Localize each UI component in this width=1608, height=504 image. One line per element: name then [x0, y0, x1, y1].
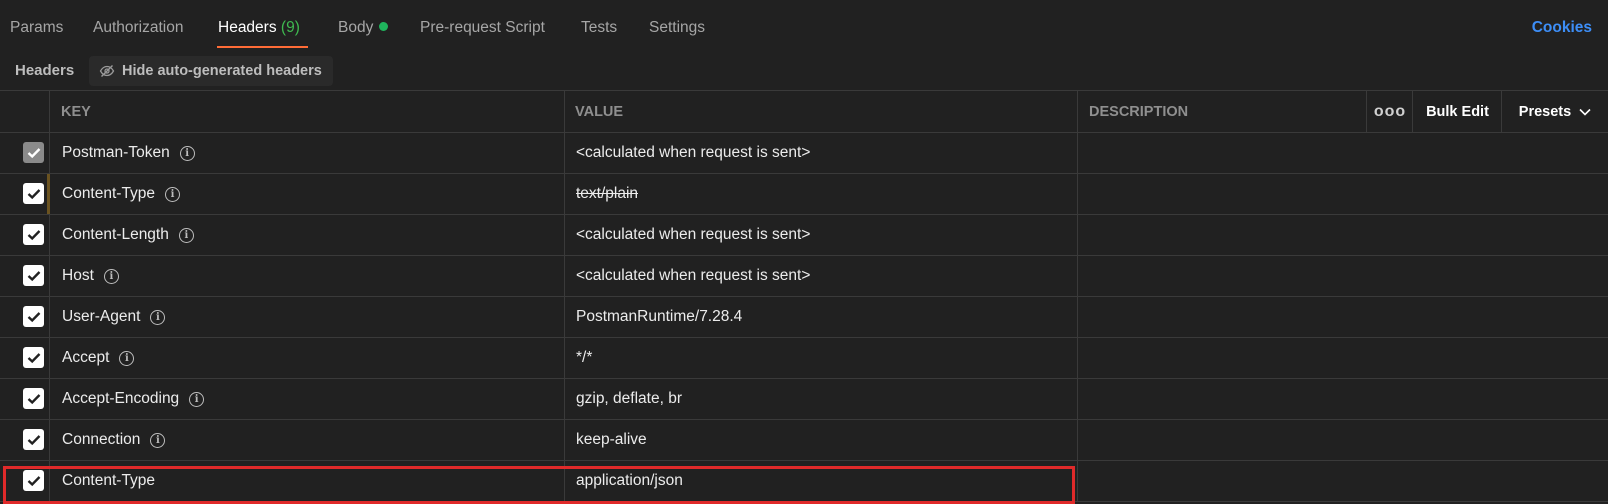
tab-pre-request-label: Pre-request Script — [420, 19, 545, 36]
header-key-cell[interactable]: Accept i — [62, 338, 135, 378]
header-value-cell[interactable]: <calculated when request is sent> — [576, 256, 810, 296]
tab-tests-label: Tests — [581, 19, 618, 36]
row-checkbox[interactable] — [23, 183, 44, 204]
tab-pre-request-script[interactable]: Pre-request Script — [420, 19, 545, 37]
tab-headers-label: Headers — [218, 19, 277, 36]
hide-auto-generated-headers-button[interactable]: Hide auto-generated headers — [89, 56, 333, 86]
table-row: User-Agent i PostmanRuntime/7.28.4 — [0, 297, 1608, 338]
tab-body-label: Body — [338, 19, 374, 36]
tab-authorization-label: Authorization — [93, 19, 184, 36]
row-checkbox[interactable] — [23, 306, 44, 327]
info-icon[interactable]: i — [178, 227, 194, 243]
header-key: Postman-Token — [62, 144, 170, 161]
presets-label: Presets — [1518, 103, 1572, 120]
checkmark-icon — [27, 147, 40, 158]
header-key: Content-Type — [62, 185, 156, 202]
info-icon[interactable]: i — [119, 350, 135, 366]
row-checkbox[interactable] — [23, 265, 44, 286]
table-row: Content-Length i <calculated when request… — [0, 215, 1608, 256]
header-value-cell[interactable]: text/plain — [576, 174, 638, 214]
cookies-link[interactable]: Cookies — [1532, 19, 1592, 37]
header-value-cell[interactable]: PostmanRuntime/7.28.4 — [576, 297, 742, 337]
tab-params-label: Params — [10, 19, 64, 36]
header-value-cell[interactable]: gzip, deflate, br — [576, 379, 682, 419]
hide-auto-generated-headers-label: Hide auto-generated headers — [122, 63, 322, 79]
table-row: Connection i keep-alive — [0, 420, 1608, 461]
tab-tests[interactable]: Tests — [581, 19, 617, 37]
row-checkbox[interactable] — [23, 429, 44, 450]
info-icon[interactable]: i — [179, 145, 195, 161]
table-row: Accept-Encoding i gzip, deflate, br — [0, 379, 1608, 420]
header-key: Content-Type — [62, 472, 156, 489]
presets-dropdown[interactable]: Presets — [1502, 91, 1608, 132]
checkmark-icon — [27, 188, 40, 199]
info-icon[interactable]: i — [103, 268, 119, 284]
header-key-cell[interactable]: Content-Type — [62, 461, 155, 501]
active-tab-underline — [217, 46, 308, 48]
header-value-cell[interactable]: <calculated when request is sent> — [576, 215, 810, 255]
row-checkbox[interactable] — [23, 224, 44, 245]
tab-headers[interactable]: Headers (9) — [218, 19, 300, 37]
info-icon[interactable]: i — [189, 391, 205, 407]
table-row: Host i <calculated when request is sent> — [0, 256, 1608, 297]
checkmark-icon — [27, 270, 40, 281]
header-key-cell[interactable]: User-Agent i — [62, 297, 166, 337]
eye-slash-icon — [99, 65, 115, 77]
headers-table: KEY VALUE DESCRIPTION ooo Bulk Edit Pres… — [0, 90, 1608, 502]
header-key-cell[interactable]: Accept-Encoding i — [62, 379, 205, 419]
checkmark-icon — [27, 229, 40, 240]
column-header-key: KEY — [61, 103, 91, 120]
header-value-cell[interactable]: application/json — [576, 461, 683, 501]
chevron-down-icon — [1579, 108, 1591, 116]
table-row: Content-Type application/json — [0, 461, 1608, 502]
row-checkbox[interactable] — [23, 142, 44, 163]
header-key-cell[interactable]: Content-Length i — [62, 215, 194, 255]
tab-authorization[interactable]: Authorization — [93, 19, 183, 37]
header-key-cell[interactable]: Postman-Token i — [62, 133, 195, 173]
header-key: Accept-Encoding — [62, 390, 180, 407]
header-key: User-Agent — [62, 308, 141, 325]
column-header-description: DESCRIPTION — [1089, 103, 1189, 120]
tab-settings-label: Settings — [649, 19, 706, 36]
info-icon[interactable]: i — [150, 309, 166, 325]
header-key: Connection — [62, 431, 141, 448]
checkmark-icon — [27, 352, 40, 363]
info-icon[interactable]: i — [165, 186, 181, 202]
row-checkbox[interactable] — [23, 388, 44, 409]
table-row: Accept i */* — [0, 338, 1608, 379]
tab-settings[interactable]: Settings — [649, 19, 705, 37]
header-key-cell[interactable]: Connection i — [62, 420, 166, 460]
request-tabs: Params Authorization Headers (9) Body Pr… — [0, 0, 1608, 56]
row-checkbox[interactable] — [23, 470, 44, 491]
info-icon[interactable]: i — [150, 432, 166, 448]
header-key-cell[interactable]: Content-Type i — [62, 174, 181, 214]
checkmark-icon — [27, 393, 40, 404]
header-value-cell[interactable]: keep-alive — [576, 420, 647, 460]
header-key-cell[interactable]: Host i — [62, 256, 119, 296]
header-key: Accept — [62, 349, 110, 366]
table-row: Postman-Token i <calculated when request … — [0, 133, 1608, 174]
bulk-edit-button[interactable]: Bulk Edit — [1413, 91, 1502, 132]
table-row: Content-Type i text/plain — [0, 174, 1608, 215]
table-header-row: KEY VALUE DESCRIPTION ooo Bulk Edit Pres… — [0, 91, 1608, 133]
tab-params[interactable]: Params — [10, 19, 63, 37]
header-value-cell[interactable]: <calculated when request is sent> — [576, 133, 810, 173]
checkmark-icon — [27, 434, 40, 445]
override-indicator — [47, 174, 50, 214]
row-checkbox[interactable] — [23, 347, 44, 368]
checkmark-icon — [27, 311, 40, 322]
tab-body[interactable]: Body — [338, 19, 389, 37]
header-value-cell[interactable]: */* — [576, 338, 592, 378]
column-header-value: VALUE — [575, 103, 624, 120]
checkmark-icon — [27, 475, 40, 486]
body-indicator-dot — [379, 22, 389, 31]
header-key: Content-Length — [62, 226, 169, 243]
tab-headers-count: (9) — [280, 19, 300, 36]
more-options-icon: ooo — [1373, 102, 1407, 120]
more-options-button[interactable]: ooo — [1367, 91, 1413, 132]
header-key: Host — [62, 267, 94, 284]
headers-section-title: Headers — [15, 62, 75, 79]
